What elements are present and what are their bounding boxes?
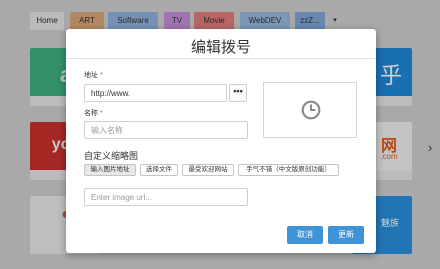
option-choose-file[interactable]: 选择文件 [140,164,178,176]
option-popular-sites[interactable]: 最受欢迎网站 [182,164,234,176]
edit-speed-dial-dialog: 编辑拨号 地址* ••• 名称* 自定义缩略图 输入图片地址 选择文件 最受欢迎… [66,29,376,253]
update-button[interactable]: 更新 [328,226,364,244]
url-input[interactable] [84,84,227,102]
thumbnail-section-title: 自定义缩略图 [84,151,139,161]
option-feeling-lucky[interactable]: 手气不错（中文版原创功能） [238,164,339,176]
url-label: 地址 * [84,72,103,79]
more-icon[interactable]: ••• [229,84,247,102]
name-label: 名称 * [84,110,103,117]
thumbnail-preview [263,82,357,138]
option-image-url[interactable]: 输入图片地址 [84,164,136,176]
required-mark: * [100,110,103,117]
image-url-input[interactable] [84,188,248,206]
cancel-button[interactable]: 取消 [287,226,323,244]
name-input[interactable] [84,121,248,139]
dialog-title: 编辑拨号 [190,39,251,56]
title-divider [66,58,376,59]
required-mark: * [100,72,103,79]
clock-icon [301,100,321,120]
